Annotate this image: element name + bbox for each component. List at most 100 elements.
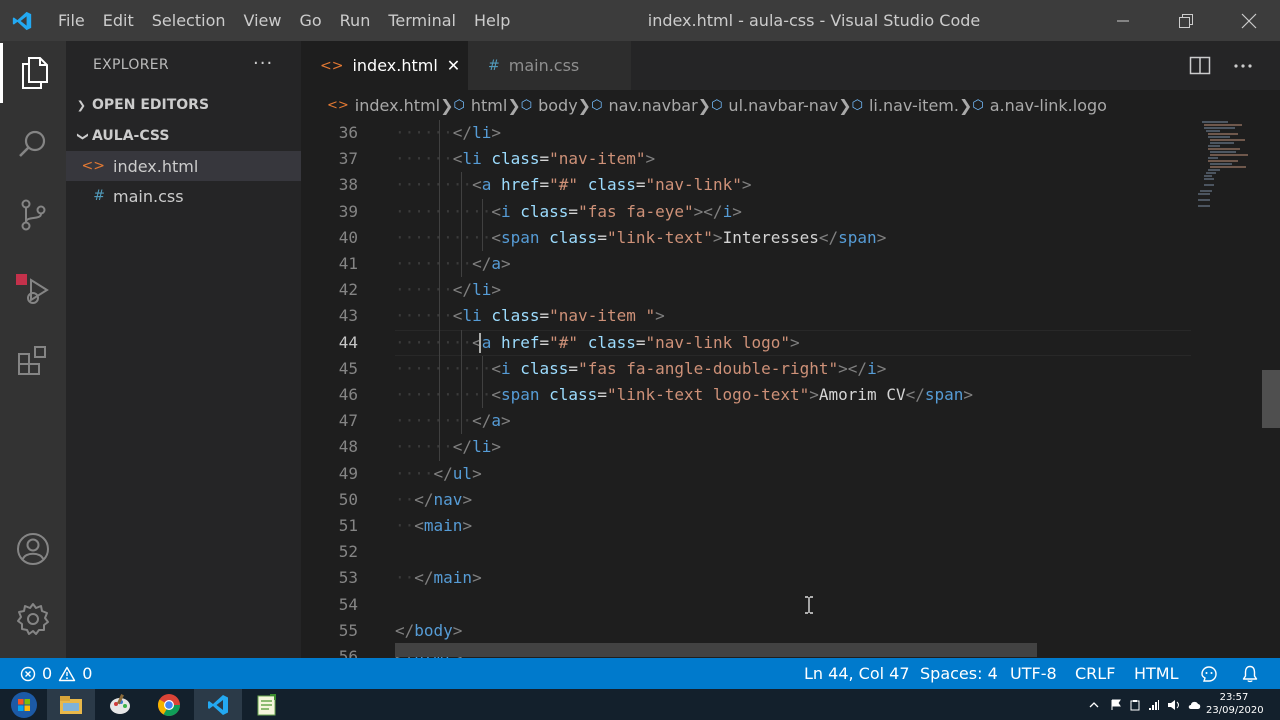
code-line[interactable]: 44 ········<a href="#" class="nav-link lo… <box>301 329 1191 356</box>
html-file-icon: <> <box>320 57 344 74</box>
flag-icon[interactable] <box>1110 699 1122 711</box>
code-line[interactable]: 55 </body> <box>301 618 1191 644</box>
code-line[interactable]: 53 ··</main> <box>301 565 1191 591</box>
horizontal-scrollbar[interactable] <box>395 643 1037 657</box>
vertical-scrollbar[interactable] <box>1262 370 1280 428</box>
code-line[interactable]: 40 ··········<span class="link-text">Inte… <box>301 225 1191 251</box>
vscode-icon <box>208 694 228 715</box>
tab-index-html[interactable]: <> index.html ✕ <box>301 41 468 90</box>
vscode-task[interactable] <box>194 689 242 720</box>
code-line[interactable]: 49 ····</ul> <box>301 461 1191 487</box>
more-actions-icon[interactable] <box>1232 56 1254 76</box>
open-editors-section[interactable]: ❯ OPEN EDITORS <box>66 91 301 119</box>
breadcrumb-item[interactable]: ⬡ ul.navbar-nav <box>711 96 838 115</box>
tab-bar: <> index.html ✕ # main.css <box>301 41 1280 90</box>
onedrive-icon[interactable] <box>1188 699 1202 711</box>
code-line[interactable]: 50 ··</nav> <box>301 487 1191 513</box>
code-line[interactable]: 37 ······<li class="nav-item"> <box>301 146 1191 172</box>
more-actions-button[interactable]: ··· <box>253 53 273 74</box>
menu-edit[interactable]: Edit <box>94 0 143 41</box>
indent-guide <box>460 172 462 199</box>
account-activity[interactable] <box>0 519 66 579</box>
line-number: 38 <box>338 175 358 195</box>
warning-count: 0 <box>82 664 93 683</box>
paint-task[interactable] <box>96 689 144 720</box>
text-cursor-icon <box>805 596 813 614</box>
network-signal-icon[interactable] <box>1148 699 1160 711</box>
chevron-right-icon: ❯ <box>958 95 973 115</box>
close-tab-icon[interactable]: ✕ <box>447 56 460 75</box>
line-number: 46 <box>338 385 358 404</box>
close-button[interactable] <box>1218 0 1280 41</box>
code-text: ··········<span class="link-text">Intere… <box>395 227 887 247</box>
code-line[interactable]: 46 ··········<span class="link-text logo-… <box>301 382 1191 408</box>
feedback-icon[interactable] <box>1200 658 1218 689</box>
file-item-index-html[interactable]: <> index.html <box>66 151 301 181</box>
code-line[interactable]: 39 ··········<i class="fas fa-eye"></i> <box>301 199 1191 225</box>
indent-guide <box>439 303 441 330</box>
minimap[interactable] <box>1190 120 1270 220</box>
code-editor[interactable]: 36 ······</li> 37 ······<li class="nav-item… <box>301 120 1280 658</box>
device-icon[interactable] <box>1129 699 1141 711</box>
code-text: ··········<i class="fas fa-eye"></i> <box>395 201 742 221</box>
chevron-up-icon[interactable] <box>1088 700 1100 710</box>
code-line[interactable]: 38 ········<a href="#" class="nav-link"> <box>301 172 1191 198</box>
code-line[interactable]: 45 ··········<i class="fas fa-angle-doubl… <box>301 356 1191 382</box>
menu-terminal[interactable]: Terminal <box>379 0 465 41</box>
settings-activity[interactable] <box>0 589 66 649</box>
search-activity[interactable] <box>0 114 66 174</box>
system-clock[interactable]: 23:57 23/09/2020 <box>1206 691 1264 717</box>
code-line[interactable]: 47 ········</a> <box>301 408 1191 434</box>
encoding[interactable]: UTF-8 <box>1010 658 1057 689</box>
menu-help[interactable]: Help <box>465 0 519 41</box>
indentation[interactable]: Spaces: 4 <box>920 658 998 689</box>
line-number: 36 <box>338 123 358 142</box>
code-line[interactable]: 51 ··<main> <box>301 513 1191 539</box>
breadcrumb-item[interactable]: ⬡ a.nav-link.logo <box>972 96 1107 115</box>
problems-indicator[interactable]: 0 0 <box>20 658 92 689</box>
cursor-position[interactable]: Ln 44, Col 47 <box>804 658 910 689</box>
source-control-activity[interactable] <box>0 185 66 245</box>
tab-main-css[interactable]: # main.css <box>468 41 631 90</box>
breadcrumb-item[interactable]: <> index.html <box>327 96 440 115</box>
chrome-task[interactable] <box>145 689 193 720</box>
volume-icon[interactable] <box>1167 699 1181 711</box>
code-line[interactable]: 42 ······</li> <box>301 277 1191 303</box>
line-number: 40 <box>338 227 358 247</box>
menu-file[interactable]: File <box>44 0 94 41</box>
code-line[interactable]: 52 <box>301 539 1191 565</box>
indent-guide <box>460 198 462 225</box>
menu-selection[interactable]: Selection <box>143 0 235 41</box>
title-bar: File Edit Selection View Go Run Terminal… <box>0 0 1280 41</box>
code-line[interactable]: 43 ······<li class="nav-item "> <box>301 303 1191 329</box>
indent-guide <box>481 224 483 251</box>
menu-go[interactable]: Go <box>290 0 330 41</box>
folder-section[interactable]: ❯ AULA-CSS <box>66 122 301 150</box>
code-line[interactable]: 36 ······</li> <box>301 120 1191 146</box>
menu-view[interactable]: View <box>235 0 291 41</box>
code-line[interactable]: 48 ······</li> <box>301 434 1191 460</box>
language-mode[interactable]: HTML <box>1134 658 1179 689</box>
windows-start-button[interactable] <box>0 689 48 720</box>
minimize-button[interactable] <box>1092 0 1154 41</box>
split-editor-icon[interactable] <box>1189 56 1211 76</box>
extensions-activity[interactable] <box>0 331 66 391</box>
restore-button[interactable] <box>1155 0 1217 41</box>
notifications-bell-icon[interactable] <box>1242 658 1258 689</box>
text-caret <box>478 332 481 353</box>
breadcrumb-item[interactable]: ⬡ li.nav-item. <box>852 96 959 115</box>
file-item-main-css[interactable]: # main.css <box>66 181 301 211</box>
line-ending[interactable]: CRLF <box>1075 658 1115 689</box>
file-explorer-task[interactable] <box>47 689 95 720</box>
code-line[interactable]: 41 ········</a> <box>301 251 1191 277</box>
windows-taskbar: 23:57 23/09/2020 <box>0 689 1280 720</box>
notepad-plus-task[interactable] <box>243 689 291 720</box>
run-debug-activity[interactable] <box>0 258 66 318</box>
breadcrumb-item[interactable]: ⬡ body <box>521 96 578 115</box>
menu-run[interactable]: Run <box>331 0 380 41</box>
code-line[interactable]: 54 <box>301 592 1191 618</box>
explorer-activity[interactable] <box>0 43 66 103</box>
breadcrumb-item[interactable]: ⬡ html <box>454 96 508 115</box>
breadcrumb-label: index.html <box>354 95 441 115</box>
breadcrumb-item[interactable]: ⬡ nav.navbar <box>591 96 698 115</box>
